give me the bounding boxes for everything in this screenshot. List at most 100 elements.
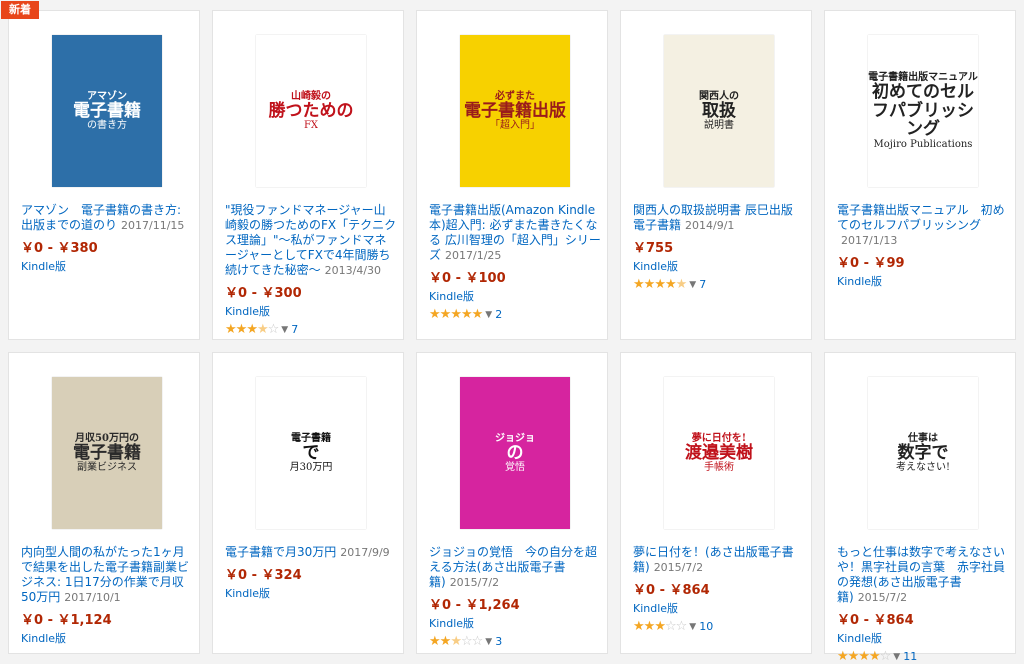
rating-row[interactable]: ★★★★★ ▼ 2 [429,307,601,322]
cover-text: 説明書 [704,120,734,132]
book-title-link[interactable]: 夢に日付を！(あさ出版電子書籍) 2015/7/2 [633,545,805,575]
book-card[interactable]: 月収50万円の 電子書籍 副業ビジネス内向型人間の私がたった1ヶ月で結果を出した電子… [8,352,200,654]
publish-date: 2017/1/25 [445,249,502,262]
format-link[interactable]: Kindle版 [21,630,193,646]
cover-text: 「超入門」 [490,120,540,132]
book-card[interactable]: 電子書籍で月30万円 電子書籍で月30万円 2017/9/9 ￥0 - ￥324 Kin… [212,352,404,654]
review-count[interactable]: 3 [495,635,502,648]
cover-text: 覚悟 [505,462,525,474]
book-cover[interactable]: 仕事は 数字で 考えなさい! [868,377,978,529]
chevron-down-icon[interactable]: ▼ [689,622,696,632]
format-link[interactable]: Kindle版 [429,288,601,304]
book-card[interactable]: 仕事は 数字で 考えなさい! もっと仕事は数字で考えなさいや！黒字社員の言葉 赤字社員… [824,352,1016,664]
rating-row[interactable]: ★★★★★ ▼ 7 [633,277,805,292]
book-card[interactable]: 新着 アマゾン 電子書籍 の書き方 アマゾン 電子書籍の書き方: 出版までの道のり 201… [1,1,200,340]
book-cover[interactable]: 必ずまた 電子書籍出版 「超入門」 [460,35,570,187]
book-title-link[interactable]: 関西人の取扱説明書 辰巳出版 電子書籍 2014/9/1 [633,203,805,233]
cover-text: 関西人の [699,90,739,102]
cover-text: FX [303,120,319,132]
book-card[interactable]: ジョジョの覚悟ジョジョの覚悟 今の自分を超える方法(あさ出版電子書籍) 2015/… [416,352,608,654]
book-title-link[interactable]: 電子書籍出版マニュアル 初めてのセルフパブリッシング2017/1/13 [837,203,1009,248]
rating-row[interactable]: ★★★★☆ ▼ 7 [225,322,397,337]
publish-date: 2015/7/2 [449,576,500,589]
format-link[interactable]: Kindle版 [837,630,1009,646]
cover-text: Mojiro Publications [873,139,973,151]
cover-text: アマゾン [87,90,127,102]
book-grid: 新着 アマゾン 電子書籍 の書き方 アマゾン 電子書籍の書き方: 出版までの道のり 201… [0,0,1024,664]
cover-text: 必ずまた [495,90,535,102]
cover-text: 考えなさい! [895,462,951,474]
chevron-down-icon[interactable]: ▼ [485,637,492,647]
rating-row[interactable]: ★★★☆☆ ▼ 10 [633,619,805,634]
book-cover[interactable]: 月収50万円の 電子書籍 副業ビジネス [52,377,162,529]
book-title-link[interactable]: "現役ファンドマネージャー山崎毅の勝つためのFX「テクニクス理論」"〜私がファン… [225,203,397,278]
format-link[interactable]: Kindle版 [837,273,1009,289]
star-rating-icon: ★★★★★ [429,307,483,322]
review-count[interactable]: 2 [495,308,502,321]
cover-text: 電子書籍 [73,442,141,463]
star-rating-icon: ★★★★☆ [225,322,279,337]
price: ￥0 - ￥864 [633,583,710,598]
cover-text: 電子書籍出版 [464,100,566,121]
review-count[interactable]: 7 [699,278,706,291]
book-title-link[interactable]: ジョジョの覚悟 今の自分を超える方法(あさ出版電子書籍) 2015/7/2 [429,545,601,590]
price: ￥0 - ￥99 [837,256,905,271]
price: ￥0 - ￥1,124 [21,613,112,628]
cover-text: ジョジョ [495,432,535,444]
book-title-link[interactable]: 電子書籍で月30万円 2017/9/9 [225,545,397,560]
book-card[interactable]: 夢に日付を! 渡邉美樹 手帳術夢に日付を！(あさ出版電子書籍) 2015/7/2 ￥0 … [620,352,812,654]
star-rating-icon: ★★★☆☆ [633,619,687,634]
book-title-link[interactable]: 電子書籍出版(Amazon Kindle本)超入門: 必ずまた書きたくなる 広川… [429,203,601,263]
cover-text: 副業ビジネス [77,462,137,474]
price: ￥0 - ￥1,264 [429,598,520,613]
book-title-link[interactable]: もっと仕事は数字で考えなさいや！黒字社員の言葉 赤字社員の発想(あさ出版電子書籍… [837,545,1009,605]
star-rating-icon: ★★★☆☆ [429,634,483,649]
price: ￥0 - ￥300 [225,286,302,301]
book-cover[interactable]: 電子書籍出版マニュアル 初めてのセルフパブリッシング Mojiro Publicat… [868,35,978,187]
price: ￥755 [633,241,674,256]
book-cover[interactable]: 夢に日付を! 渡邉美樹 手帳術 [664,377,774,529]
price: ￥0 - ￥380 [21,241,98,256]
rating-row[interactable]: ★★★★☆ ▼ 11 [837,649,1009,664]
cover-text: 渡邉美樹 [685,442,753,463]
book-cover[interactable]: ジョジョの覚悟 [460,377,570,529]
star-rating-icon: ★★★★☆ [837,649,891,664]
book-cover[interactable]: 関西人の 取扱 説明書 [664,35,774,187]
format-link[interactable]: Kindle版 [429,615,601,631]
format-link[interactable]: Kindle版 [225,303,397,319]
book-title-link[interactable]: アマゾン 電子書籍の書き方: 出版までの道のり 2017/11/15 [21,203,193,233]
book-cover[interactable]: アマゾン 電子書籍 の書き方 [52,35,162,187]
cover-text: で [302,442,320,463]
format-link[interactable]: Kindle版 [633,258,805,274]
format-link[interactable]: Kindle版 [21,258,193,274]
book-cover[interactable]: 電子書籍で月30万円 [256,377,366,529]
publish-date: 2017/9/9 [340,546,390,559]
rating-row[interactable]: ★★★☆☆ ▼ 3 [429,634,601,649]
cover-text: 初めてのセルフパブリッシング [872,81,974,140]
chevron-down-icon[interactable]: ▼ [281,325,288,335]
cover-text: 電子書籍 [291,432,331,444]
book-card[interactable]: 電子書籍出版マニュアル 初めてのセルフパブリッシング Mojiro Publicat… [824,10,1016,340]
price: ￥0 - ￥864 [837,613,914,628]
book-cover[interactable]: 山崎毅の 勝つための FX [256,35,366,187]
review-count[interactable]: 7 [291,323,298,336]
cover-text: 数字で [897,442,949,463]
format-link[interactable]: Kindle版 [225,585,397,601]
format-link[interactable]: Kindle版 [633,600,805,616]
review-count[interactable]: 10 [699,620,713,633]
chevron-down-icon[interactable]: ▼ [689,280,696,290]
book-card[interactable]: 関西人の 取扱 説明書関西人の取扱説明書 辰巳出版 電子書籍 2014/9/1 ￥755… [620,10,812,340]
publish-date: 2015/7/2 [653,561,704,574]
chevron-down-icon[interactable]: ▼ [893,652,900,662]
chevron-down-icon[interactable]: ▼ [485,310,492,320]
cover-text: 電子書籍 [73,100,141,121]
publish-date: 2013/4/30 [324,264,382,277]
book-card[interactable]: 必ずまた 電子書籍出版 「超入門」電子書籍出版(Amazon Kindle本)超入門… [416,10,608,340]
cover-text: 夢に日付を! [691,432,747,444]
book-title-link[interactable]: 内向型人間の私がたった1ヶ月で結果を出した電子書籍副業ビジネス: 1日17分の作… [21,545,193,605]
review-count[interactable]: 11 [903,650,917,663]
book-card[interactable]: 山崎毅の 勝つための FX "現役ファンドマネージャー山崎毅の勝つためのFX「テクニク… [212,10,404,340]
cover-text: 月収50万円の [75,432,139,444]
cover-text: の書き方 [87,120,127,132]
publish-date: 2017/11/15 [121,219,185,232]
